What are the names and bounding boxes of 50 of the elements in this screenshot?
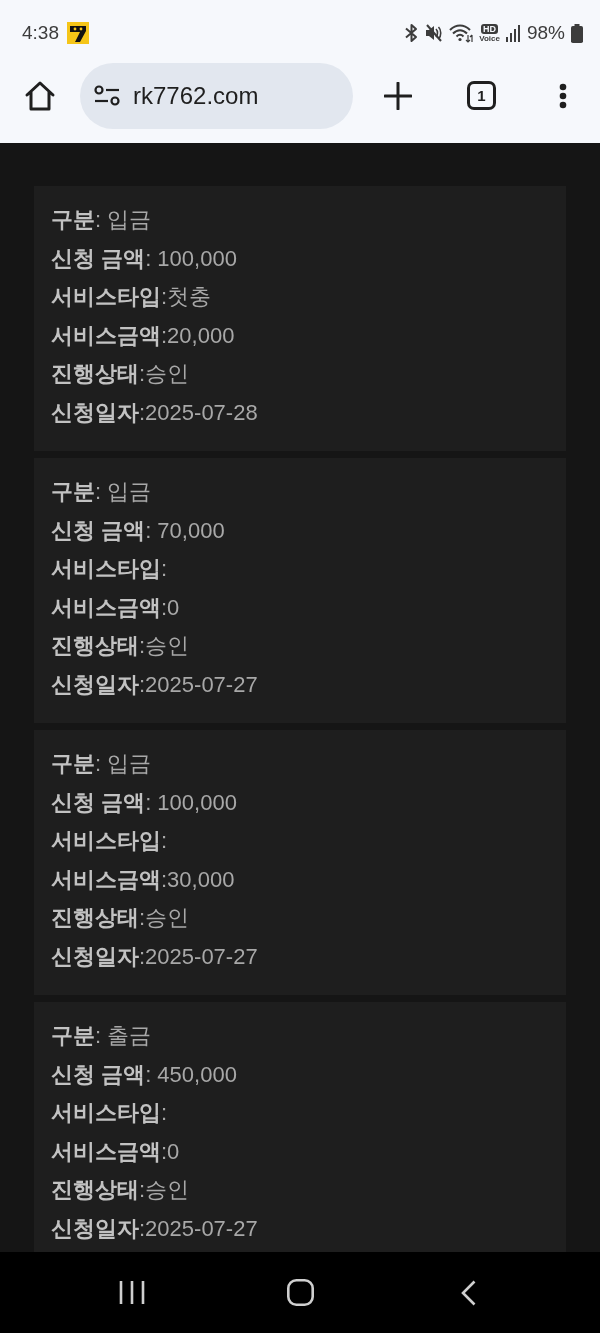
detail-text: 구분: 입금 xyxy=(51,478,153,506)
address-bar[interactable]: rk7762.com xyxy=(80,62,353,129)
voice-caption: Voice xyxy=(479,33,500,43)
more-icon xyxy=(559,82,567,109)
home-nav-button[interactable] xyxy=(286,1279,314,1306)
recent-apps-icon xyxy=(119,1280,145,1305)
detail-text: 신청 금액: 450,000 xyxy=(51,1060,238,1089)
back-button[interactable] xyxy=(460,1279,476,1306)
home-button[interactable] xyxy=(24,79,56,112)
detail-text: 진행상태:승인 xyxy=(51,1176,191,1204)
clock-time: 4:38 xyxy=(22,21,59,45)
new-tab-button[interactable] xyxy=(384,81,412,110)
menu-button[interactable] xyxy=(559,82,567,109)
detail-text: 구분: 출금 xyxy=(51,1022,153,1050)
recent-apps-button[interactable] xyxy=(119,1280,145,1305)
detail-text: 신청 금액: 70,000 xyxy=(51,516,226,545)
url-text: rk7762.com xyxy=(133,81,259,110)
battery-icon xyxy=(571,23,583,43)
app-icon xyxy=(67,22,89,44)
detail-text: 서비스금액:30,000 xyxy=(51,865,236,894)
muted-speaker-icon xyxy=(425,24,444,42)
plus-icon xyxy=(384,81,412,110)
detail-text: 신청 금액: 100,000 xyxy=(51,244,238,273)
detail-text: 진행상태:승인 xyxy=(51,904,191,932)
detail-text: 신청 금액: 100,000 xyxy=(51,788,238,817)
detail-text: 서비스타입: xyxy=(51,827,169,855)
bluetooth-icon xyxy=(404,23,420,43)
home-square-icon xyxy=(286,1279,314,1306)
detail-text: 구분: 입금 xyxy=(51,206,153,234)
detail-text: 서비스금액:0 xyxy=(51,1137,181,1166)
detail-text: 서비스타입: xyxy=(51,1099,169,1127)
detail-text: 서비스금액:0 xyxy=(51,593,181,622)
detail-text: 신청일자:2025-07-27 xyxy=(51,670,259,699)
wifi-icon xyxy=(449,23,474,43)
site-settings-icon[interactable] xyxy=(94,84,120,107)
signal-icon xyxy=(505,24,521,42)
home-icon xyxy=(24,79,56,112)
back-icon xyxy=(460,1279,476,1306)
detail-text: 진행상태:승인 xyxy=(51,360,191,388)
detail-text: 서비스타입:첫충 xyxy=(51,283,213,311)
battery-percent: 98% xyxy=(526,21,565,45)
detail-text: 서비스타입: xyxy=(51,555,169,583)
detail-text: 신청일자:2025-07-28 xyxy=(51,398,259,427)
detail-text: 구분: 입금 xyxy=(51,750,153,778)
hd-badge: HD xyxy=(481,23,499,34)
tab-switcher-button[interactable]: 1 xyxy=(467,81,496,110)
detail-text: 서비스금액:20,000 xyxy=(51,321,236,350)
detail-text: 진행상태:승인 xyxy=(51,632,191,660)
detail-text: 신청일자:2025-07-27 xyxy=(51,1214,259,1243)
detail-text: 신청일자:2025-07-27 xyxy=(51,942,259,971)
